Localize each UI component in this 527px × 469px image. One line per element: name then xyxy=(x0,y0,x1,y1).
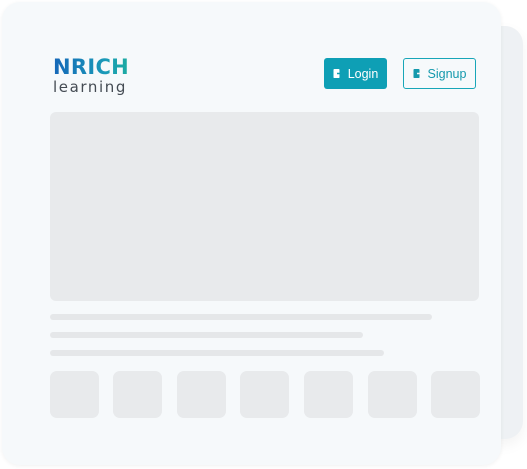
logo-brand-text: NRICH xyxy=(53,57,148,78)
page: NRICH learning Login Signup xyxy=(0,0,527,469)
text-line-placeholder xyxy=(50,332,363,338)
text-line-placeholder xyxy=(50,314,432,320)
signup-label: Signup xyxy=(427,66,467,81)
thumbnail-placeholder xyxy=(304,371,353,418)
login-icon xyxy=(333,68,343,79)
thumbnail-placeholder xyxy=(50,371,99,418)
signup-button[interactable]: Signup xyxy=(403,58,476,89)
login-button[interactable]: Login xyxy=(324,58,387,89)
logo-tagline: learning xyxy=(53,78,127,96)
logo[interactable]: NRICH learning xyxy=(53,57,148,101)
thumbnail-placeholder xyxy=(431,371,480,418)
signup-icon xyxy=(413,68,423,79)
login-label: Login xyxy=(347,66,379,81)
thumbnail-placeholder xyxy=(113,371,162,418)
thumbnail-placeholder xyxy=(177,371,226,418)
thumbnail-row xyxy=(50,371,480,419)
thumbnail-placeholder xyxy=(368,371,417,418)
thumbnail-placeholder xyxy=(240,371,289,418)
text-line-placeholder xyxy=(50,350,384,356)
hero-placeholder xyxy=(50,112,479,301)
